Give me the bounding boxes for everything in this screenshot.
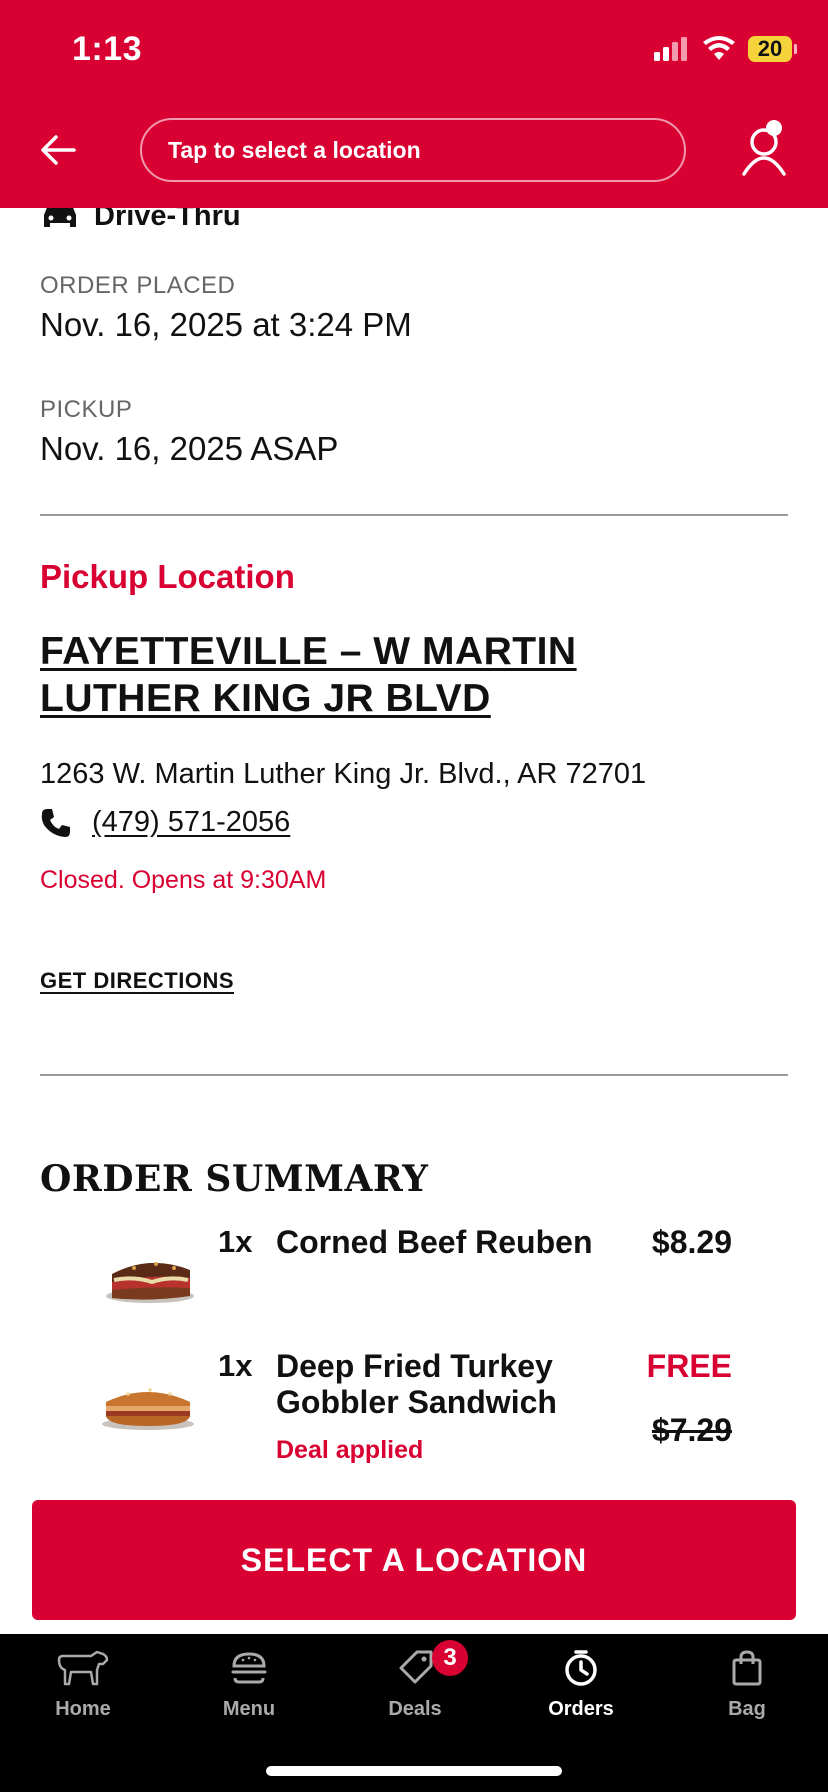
item-qty: 1x bbox=[218, 1224, 253, 1259]
tab-deals[interactable]: Deals 3 bbox=[332, 1634, 498, 1754]
get-directions-link[interactable]: GET DIRECTIONS bbox=[40, 968, 234, 994]
location-selector-label: Tap to select a location bbox=[168, 136, 421, 163]
back-arrow-icon[interactable] bbox=[38, 130, 78, 170]
divider bbox=[40, 1074, 788, 1076]
turkey-gobbler-sandwich-image bbox=[102, 1388, 194, 1430]
tab-bag-label: Bag bbox=[728, 1698, 766, 1720]
divider bbox=[40, 514, 788, 516]
item-name: Deep Fried Turkey Gobbler Sandwich bbox=[276, 1348, 557, 1420]
profile-icon[interactable] bbox=[738, 118, 794, 178]
phone-icon bbox=[41, 808, 70, 837]
cow-icon bbox=[57, 1650, 109, 1686]
burger-icon bbox=[231, 1652, 267, 1684]
phone-number-link[interactable]: (479) 571-2056 bbox=[92, 806, 290, 839]
item-name: Corned Beef Reuben bbox=[276, 1224, 593, 1260]
store-address: 1263 W. Martin Luther King Jr. Blvd., AR… bbox=[40, 758, 647, 790]
order-placed-value: Nov. 16, 2025 at 3:24 PM bbox=[40, 306, 412, 343]
battery-icon: 20 bbox=[748, 36, 797, 62]
status-icons: 20 bbox=[654, 34, 797, 64]
home-indicator bbox=[266, 1766, 562, 1776]
tab-menu[interactable]: Menu bbox=[166, 1634, 332, 1754]
tab-deals-label: Deals bbox=[388, 1698, 442, 1720]
pickup-value: Nov. 16, 2025 ASAP bbox=[40, 430, 339, 467]
cellular-signal-icon bbox=[654, 37, 687, 61]
order-summary-title: ORDER SUMMARY bbox=[40, 1158, 429, 1200]
store-name-link[interactable]: FAYETTEVILLE – W MARTIN LUTHER KING JR B… bbox=[40, 628, 740, 722]
item-price: $8.29 bbox=[651, 1224, 732, 1260]
select-location-button[interactable]: SELECT A LOCATION bbox=[32, 1500, 796, 1620]
tab-orders[interactable]: Orders bbox=[498, 1634, 664, 1754]
battery-level: 20 bbox=[757, 36, 783, 61]
wifi-icon bbox=[703, 36, 735, 60]
shopping-bag-icon bbox=[732, 1650, 762, 1686]
item-original-price: $7.29 bbox=[651, 1412, 732, 1448]
order-item: 1x Corned Beef Reuben $8.29 bbox=[0, 1224, 828, 1334]
phone-row[interactable]: (479) 571-2056 bbox=[40, 806, 290, 839]
reuben-sandwich-image bbox=[106, 1262, 194, 1303]
tag-icon bbox=[399, 1650, 433, 1684]
item-price-free: FREE bbox=[646, 1348, 732, 1384]
pickup-label: PICKUP bbox=[40, 396, 133, 423]
order-item: 1x Deep Fried Turkey Gobbler Sandwich FR… bbox=[0, 1348, 828, 1478]
app-header: 1:13 20 Tap to select a location bbox=[0, 0, 828, 208]
tab-menu-label: Menu bbox=[222, 1698, 276, 1720]
location-selector[interactable]: Tap to select a location bbox=[140, 118, 686, 182]
order-placed-label: ORDER PLACED bbox=[40, 272, 236, 299]
pickup-location-title: Pickup Location bbox=[40, 558, 295, 595]
clock-icon bbox=[565, 1650, 597, 1686]
tab-bag[interactable]: Bag bbox=[664, 1634, 828, 1754]
tab-home[interactable]: Home bbox=[0, 1634, 166, 1754]
deal-applied-label: Deal applied bbox=[276, 1436, 424, 1464]
deals-count-badge: 3 bbox=[432, 1640, 468, 1676]
tab-home-label: Home bbox=[55, 1698, 111, 1720]
store-hours-status: Closed. Opens at 9:30AM bbox=[40, 866, 327, 894]
status-time: 1:13 bbox=[72, 30, 143, 68]
item-qty: 1x bbox=[218, 1348, 253, 1383]
tab-orders-label: Orders bbox=[548, 1698, 614, 1720]
